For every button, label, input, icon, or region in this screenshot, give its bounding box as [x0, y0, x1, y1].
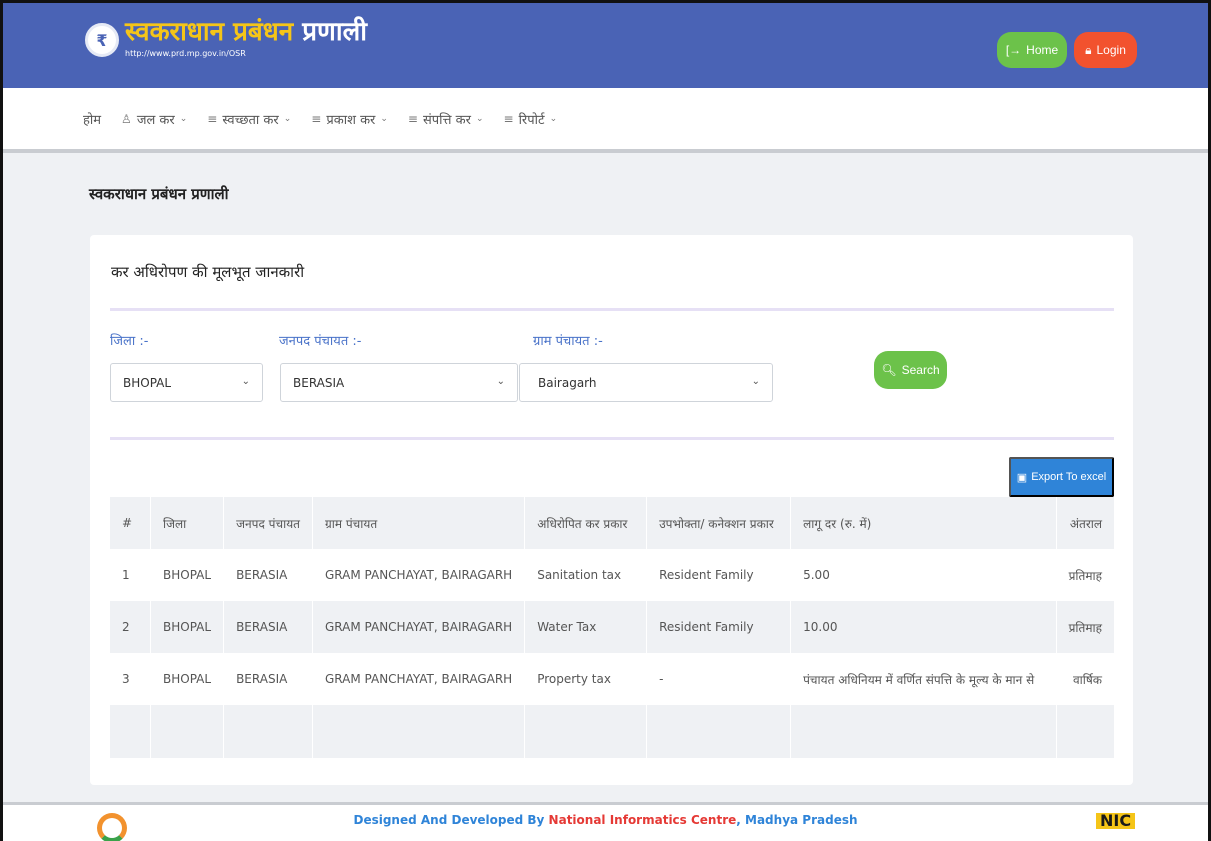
list-icon: ≡ [407, 112, 418, 126]
list-icon: ≡ [311, 112, 322, 126]
rupee-emblem-icon: ₹ [85, 23, 119, 57]
nic-link[interactable]: National Informatics Centre [549, 813, 737, 827]
list-icon: ≡ [207, 112, 218, 126]
list-icon: ≡ [503, 112, 514, 126]
district-label: जिला :- [110, 334, 149, 349]
nav-item-report[interactable]: ≡ रिपोर्ट ⌄ [504, 110, 558, 128]
nav-item-property-tax[interactable]: ≡ संपत्ति कर ⌄ [408, 110, 484, 128]
user-icon: ♙ [121, 112, 132, 126]
janpad-label: जनपद पंचायत :- [279, 334, 362, 349]
top-header: ₹ स्वकराधान प्रबंधन प्रणाली http://www.p… [3, 3, 1208, 88]
card-heading: कर अधिरोपण की मूलभूत जानकारी [111, 263, 305, 281]
table-row-empty [110, 705, 1114, 758]
site-title: स्वकराधान प्रबंधन प्रणाली [125, 17, 367, 47]
lock-icon: 🔒︎ [1085, 42, 1092, 57]
col-header: उपभोक्ता/ कनेक्शन प्रकार [646, 497, 791, 549]
col-header: जनपद पंचायत [223, 497, 313, 549]
footer: Designed And Developed By National Infor… [3, 802, 1208, 841]
chevron-down-icon: ⌄ [241, 376, 250, 387]
district-select[interactable]: BHOPAL ⌄ [110, 363, 263, 402]
footer-credit: Designed And Developed By National Infor… [353, 813, 858, 827]
chevron-down-icon: ⌄ [283, 114, 292, 124]
home-button[interactable]: [→ Home [997, 32, 1067, 68]
excel-file-icon: ▣ [1016, 471, 1028, 484]
divider [110, 437, 1114, 440]
nav-item-water-tax[interactable]: ♙ जल कर ⌄ [121, 110, 187, 128]
col-header: अंतराल [1055, 497, 1114, 549]
search-button[interactable]: 🔍︎ Search [874, 351, 947, 389]
table-header-row: # जिला जनपद पंचायत ग्राम पंचायत अधिरोपित… [110, 497, 1114, 549]
chevron-down-icon: ⌄ [751, 376, 760, 387]
table-row: 3 BHOPAL BERASIA GRAM PANCHAYAT, BAIRAGA… [110, 653, 1114, 705]
table-row: 1 BHOPAL BERASIA GRAM PANCHAYAT, BAIRAGA… [110, 549, 1114, 601]
col-header: ग्राम पंचायत [311, 497, 525, 549]
page-title: स्वकराधान प्रबंधन प्रणाली [89, 185, 229, 203]
chevron-down-icon: ⌄ [549, 114, 558, 124]
tax-info-card: कर अधिरोपण की मूलभूत जानकारी जिला :- जनप… [90, 235, 1133, 785]
search-icon: 🔍︎ [881, 363, 897, 377]
nic-logo-icon: NIC [1096, 813, 1136, 829]
chevron-down-icon: ⌄ [496, 376, 505, 387]
site-logo[interactable]: ₹ स्वकराधान प्रबंधन प्रणाली http://www.p… [85, 17, 367, 58]
gram-select[interactable]: Bairagarh ⌄ [519, 363, 773, 402]
nav-item-sanitation-tax[interactable]: ≡ स्वच्छता कर ⌄ [207, 110, 291, 128]
divider [110, 308, 1114, 311]
col-header: जिला [149, 497, 224, 549]
table-row: 2 BHOPAL BERASIA GRAM PANCHAYAT, BAIRAGA… [110, 601, 1114, 653]
chevron-down-icon: ⌄ [475, 114, 484, 124]
col-header: अधिरोपित कर प्रकार [524, 497, 647, 549]
janpad-select[interactable]: BERASIA ⌄ [280, 363, 518, 402]
col-header: लागू दर (रु. में) [790, 497, 1057, 549]
chevron-down-icon: ⌄ [179, 114, 188, 124]
nav-item-light-tax[interactable]: ≡ प्रकाश कर ⌄ [311, 110, 388, 128]
gram-label: ग्राम पंचायत :- [533, 334, 603, 349]
site-url: http://www.prd.mp.gov.in/OSR [125, 49, 246, 58]
nav-item-home[interactable]: होम [83, 110, 101, 128]
col-header: # [122, 516, 133, 530]
export-excel-button[interactable]: ▣ Export To excel [1009, 457, 1114, 497]
main-nav: होम ♙ जल कर ⌄ ≡ स्वच्छता कर ⌄ ≡ प्रकाश क… [3, 88, 1208, 153]
sign-in-arrow-icon: [→ [1005, 43, 1022, 57]
login-button[interactable]: 🔒︎ Login [1074, 32, 1137, 68]
browser-frame: ₹ स्वकराधान प्रबंधन प्रणाली http://www.p… [0, 0, 1211, 841]
chevron-down-icon: ⌄ [380, 114, 388, 124]
tax-table: # जिला जनपद पंचायत ग्राम पंचायत अधिरोपित… [110, 497, 1114, 758]
